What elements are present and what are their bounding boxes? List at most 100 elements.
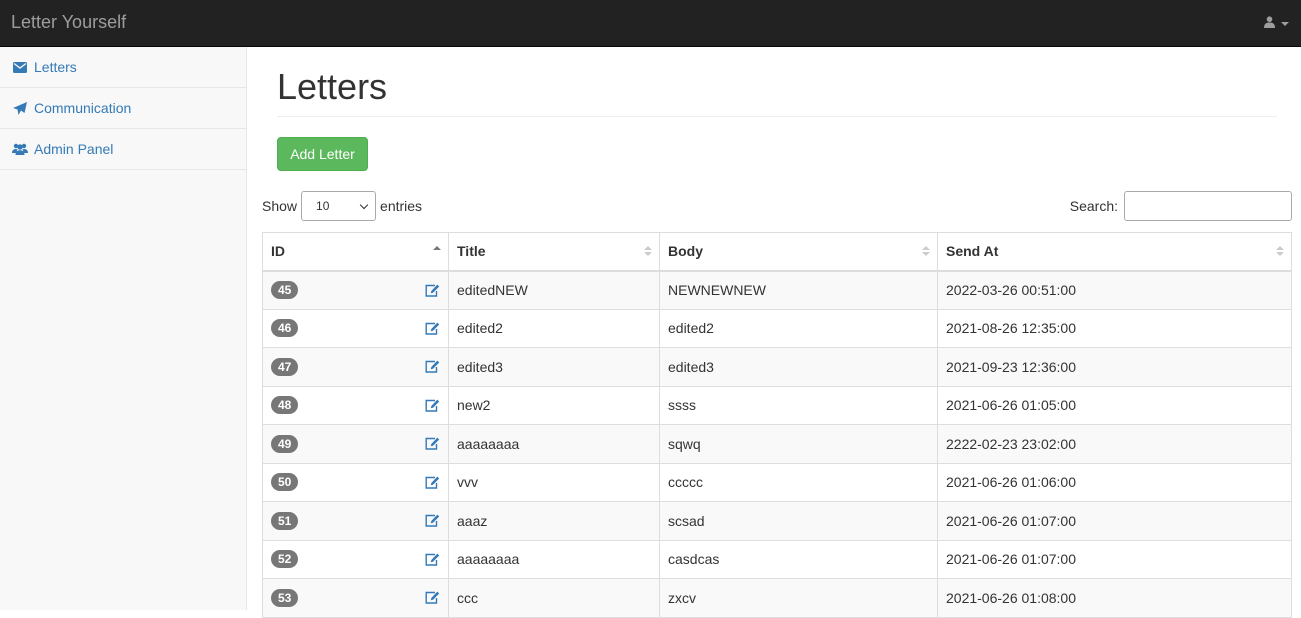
send-at-cell: 2021-06-26 01:05:00 [937, 385, 1292, 425]
body-cell: NEWNEWNEW [659, 270, 938, 310]
sidebar-item-admin-panel[interactable]: Admin Panel [0, 129, 246, 170]
sort-ascending-icon [433, 246, 441, 250]
id-badge: 51 [271, 511, 299, 530]
id-cell: 52 [262, 539, 449, 579]
table-row: 48 new2 ssss 2021-06-26 01:05:00 [262, 385, 1292, 425]
title-cell: aaaz [448, 501, 660, 541]
chevron-down-icon [359, 200, 369, 209]
table-row: 45 editedNEW NEWNEWNEW 2022-03-26 00:51:… [262, 270, 1292, 310]
sidebar-item-label: Letters [34, 59, 77, 75]
id-cell: 48 [262, 385, 449, 425]
table-search: Search: [1070, 191, 1292, 221]
letters-table: ID Title Body Send At 45 editedNEW NEWNE… [262, 232, 1292, 618]
send-at-cell: 2021-06-26 01:07:00 [937, 539, 1292, 579]
add-letter-button[interactable]: Add Letter [277, 137, 368, 171]
id-badge: 46 [271, 319, 299, 338]
user-icon [1264, 15, 1275, 31]
edit-icon[interactable] [425, 591, 440, 604]
table-row: 49 aaaaaaaa sqwq 2222-02-23 23:02:00 [262, 424, 1292, 464]
title-cell: edited3 [448, 347, 660, 387]
body-cell: zxcv [659, 578, 938, 618]
body-cell: scsad [659, 501, 938, 541]
body-cell: casdcas [659, 539, 938, 579]
page-title: Letters [277, 66, 388, 107]
title-cell: aaaaaaaa [448, 539, 660, 579]
paper-plane-icon [12, 101, 28, 115]
caret-down-icon [1281, 22, 1289, 26]
envelope-icon [12, 61, 28, 73]
sidebar-item-communication[interactable]: Communication [0, 88, 246, 129]
edit-icon[interactable] [425, 514, 440, 527]
title-cell: edited2 [448, 308, 660, 348]
table-body: 45 editedNEW NEWNEWNEW 2022-03-26 00:51:… [262, 270, 1292, 618]
top-navbar: Letter Yourself [0, 0, 1301, 47]
edit-icon[interactable] [425, 322, 440, 335]
column-header-title[interactable]: Title [448, 232, 660, 272]
column-header-send-at[interactable]: Send At [937, 232, 1292, 272]
body-cell: ssss [659, 385, 938, 425]
send-at-cell: 2021-06-26 01:08:00 [937, 578, 1292, 618]
edit-icon[interactable] [425, 284, 440, 297]
body-cell: edited2 [659, 308, 938, 348]
column-header-label: Title [457, 243, 486, 260]
table-row: 47 edited3 edited3 2021-09-23 12:36:00 [262, 347, 1292, 387]
id-badge: 47 [271, 357, 299, 376]
entries-length-value: 10 [316, 199, 330, 213]
body-cell: edited3 [659, 347, 938, 387]
sidebar-item-label: Admin Panel [34, 141, 114, 157]
brand-title[interactable]: Letter Yourself [11, 12, 126, 32]
sidebar: Letters Communication Admin Panel [0, 47, 247, 610]
id-cell: 47 [262, 347, 449, 387]
send-at-cell: 2021-09-23 12:36:00 [937, 347, 1292, 387]
search-input[interactable] [1124, 191, 1292, 221]
id-cell: 50 [262, 462, 449, 502]
user-menu-dropdown[interactable] [1264, 15, 1289, 31]
page-header: Letters [277, 67, 1277, 117]
title-cell: aaaaaaaa [448, 424, 660, 464]
id-badge: 50 [271, 473, 299, 492]
id-badge: 49 [271, 434, 299, 453]
title-cell: editedNEW [448, 270, 660, 310]
show-label: Show [262, 198, 298, 214]
main-content: Letters Add Letter Show 10 entries Searc… [247, 47, 1301, 618]
search-label: Search: [1069, 198, 1118, 214]
send-at-cell: 2021-06-26 01:06:00 [937, 462, 1292, 502]
sidebar-item-letters[interactable]: Letters [0, 47, 246, 88]
table-row: 53 ccc zxcv 2021-06-26 01:08:00 [262, 578, 1292, 618]
entries-length-control: Show 10 entries [262, 191, 422, 221]
send-at-cell: 2021-08-26 12:35:00 [937, 308, 1292, 348]
id-cell: 53 [262, 578, 449, 618]
id-cell: 46 [262, 308, 449, 348]
edit-icon[interactable] [425, 399, 440, 412]
sidebar-item-label: Communication [34, 100, 132, 116]
id-cell: 45 [262, 270, 449, 310]
send-at-cell: 2021-06-26 01:07:00 [937, 501, 1292, 541]
body-cell: sqwq [659, 424, 938, 464]
column-header-label: ID [271, 243, 285, 260]
users-icon [12, 143, 28, 155]
edit-icon[interactable] [425, 437, 440, 450]
body-cell: ccccc [659, 462, 938, 502]
entries-length-select[interactable]: 10 [301, 191, 377, 221]
edit-icon[interactable] [425, 553, 440, 566]
entries-label: entries [380, 198, 423, 214]
sort-both-icon [922, 246, 930, 256]
id-badge: 45 [271, 281, 299, 299]
send-at-cell: 2222-02-23 23:02:00 [937, 424, 1292, 464]
table-row: 52 aaaaaaaa casdcas 2021-06-26 01:07:00 [262, 539, 1292, 579]
title-cell: ccc [448, 578, 660, 618]
id-badge: 53 [271, 588, 299, 607]
id-cell: 49 [262, 424, 449, 464]
table-row: 46 edited2 edited2 2021-08-26 12:35:00 [262, 308, 1292, 348]
edit-icon[interactable] [425, 360, 440, 373]
id-badge: 48 [271, 396, 299, 415]
sort-both-icon [1276, 246, 1284, 256]
column-header-label: Body [668, 243, 703, 260]
send-at-cell: 2022-03-26 00:51:00 [937, 270, 1292, 310]
edit-icon[interactable] [425, 476, 440, 489]
column-header-body[interactable]: Body [659, 232, 938, 272]
title-cell: vvv [448, 462, 660, 502]
table-row: 51 aaaz scsad 2021-06-26 01:07:00 [262, 501, 1292, 541]
column-header-id[interactable]: ID [262, 232, 449, 272]
title-cell: new2 [448, 385, 660, 425]
